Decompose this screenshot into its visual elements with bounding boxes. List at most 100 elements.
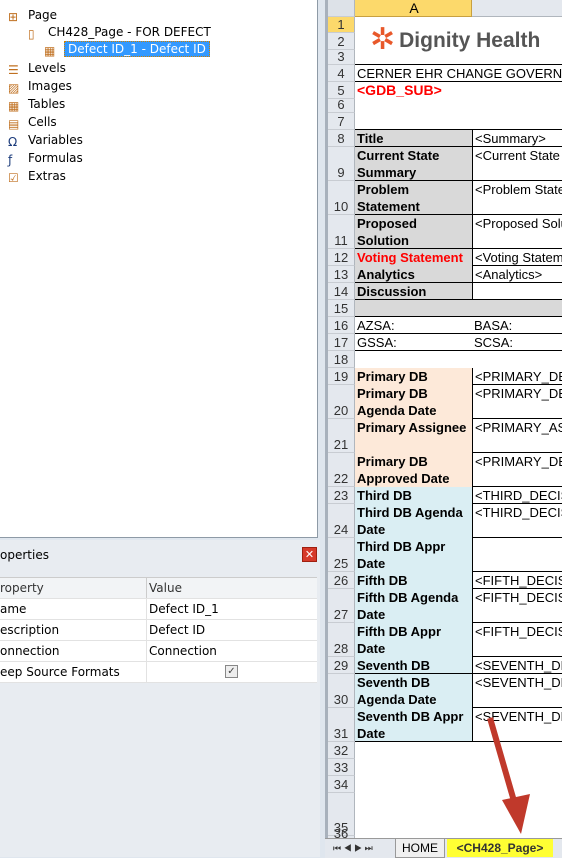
tree-item-label: Page	[28, 8, 58, 22]
select-all-corner[interactable]	[328, 0, 355, 17]
row-header[interactable]: 25	[328, 538, 355, 572]
row-header[interactable]: 22	[328, 453, 355, 487]
field-label: Seventh DB Appr Date	[355, 708, 472, 742]
row-header[interactable]: 6	[328, 97, 355, 113]
row-header[interactable]: 32	[328, 742, 355, 759]
row-header[interactable]: 2	[328, 33, 355, 50]
tree-item[interactable]: ƒ Formulas	[8, 150, 83, 167]
column-header-b[interactable]	[472, 0, 562, 17]
close-icon[interactable]: ✕	[302, 547, 317, 562]
page-plus-icon: ⊞	[8, 9, 19, 24]
row-header[interactable]: 9	[328, 147, 355, 181]
tree-item[interactable]: ▦ Tables	[8, 96, 65, 113]
row-header[interactable]: 20	[328, 385, 355, 419]
property-name: escription	[0, 623, 60, 637]
property-value[interactable]: Defect ID	[146, 620, 317, 640]
row-header[interactable]: 24	[328, 504, 355, 538]
row-header[interactable]: 14	[328, 283, 355, 300]
row-header[interactable]: 23	[328, 487, 355, 504]
row-header[interactable]: 26	[328, 572, 355, 589]
property-row[interactable]: onnection Connection	[0, 641, 317, 662]
field-value[interactable]	[472, 538, 562, 572]
row-header[interactable]: 8	[328, 130, 355, 147]
column-header-a[interactable]: A	[355, 0, 472, 17]
field-value[interactable]: <SEVENTH_DE	[472, 657, 562, 674]
row-header[interactable]: 13	[328, 266, 355, 283]
tree-item-label: Levels	[28, 61, 66, 75]
tree-item[interactable]: ☑ Extras	[8, 168, 66, 185]
field-value[interactable]: BASA:	[472, 317, 562, 334]
tree-item[interactable]: ▦ Defect ID_1 - Defect ID	[44, 41, 210, 58]
field-value[interactable]: <Problem Statement	[472, 181, 562, 215]
tree-item[interactable]: ⊞ Page	[8, 7, 57, 24]
tree-item[interactable]: ▤ Cells	[8, 114, 57, 131]
properties-title: operties	[0, 548, 49, 562]
tab-scroll-buttons[interactable]: ⏮ ◀ ▶ ⏭	[333, 839, 373, 857]
row-header[interactable]: 1	[328, 17, 355, 33]
row-header[interactable]: 29	[328, 657, 355, 674]
field-value[interactable]: <Voting Statement	[472, 249, 562, 266]
row-header[interactable]: 34	[328, 776, 355, 793]
field-value[interactable]: <Proposed Solution	[472, 215, 562, 249]
tree-item[interactable]: Ω Variables	[8, 132, 83, 149]
field-value[interactable]: SCSA:	[472, 334, 562, 351]
property-value[interactable]: Connection	[146, 641, 317, 661]
field-value[interactable]: <THIRD_DECIS	[472, 487, 562, 504]
tree-item-label: CH428_Page - FOR DEFECT	[48, 25, 211, 39]
sheet-tab[interactable]: HOME	[395, 839, 445, 858]
row-header[interactable]: 18	[328, 351, 355, 368]
field-value[interactable]: <PRIMARY_AS	[472, 419, 562, 453]
field-value[interactable]: <Current State	[472, 147, 562, 181]
property-row[interactable]: ame Defect ID_1	[0, 599, 317, 620]
field-value[interactable]: <PRIMARY_DB	[472, 385, 562, 419]
field-value[interactable]: <THIRD_DECIS	[472, 504, 562, 538]
row-header[interactable]: 11	[328, 215, 355, 249]
field-value[interactable]	[472, 283, 562, 300]
field-label: GSSA:	[357, 335, 397, 350]
field-label: <GDB_SUB>	[357, 82, 442, 98]
row-header[interactable]: 17	[328, 334, 355, 351]
row-header[interactable]: 33	[328, 759, 355, 776]
field-value[interactable]: <FIFTH_DECIS	[472, 572, 562, 589]
field-value[interactable]: <PRIMARY_DB	[472, 368, 562, 385]
field-value[interactable]: <SEVENTH_DE	[472, 708, 562, 742]
tree-item[interactable]: ☰ Levels	[8, 60, 66, 77]
omega-icon: Ω	[8, 134, 18, 149]
cell-border	[355, 350, 562, 351]
row-header[interactable]: 12	[328, 249, 355, 266]
tree-item-label: Variables	[28, 133, 83, 147]
field-value[interactable]: <SEVENTH_DE	[472, 674, 562, 708]
row-header[interactable]: 15	[328, 300, 355, 317]
field-label: Third DB Appr Date	[355, 538, 472, 572]
field-value[interactable]: <FIFTH_DECIS	[472, 589, 562, 623]
row-header[interactable]: 10	[328, 181, 355, 215]
property-row[interactable]: eep Source Formats ✓	[0, 662, 317, 683]
property-column-header: roperty	[0, 581, 44, 595]
tree-item-label: Tables	[28, 97, 66, 111]
row-header[interactable]: 4	[328, 65, 355, 82]
field-value[interactable]: <Summary>	[472, 130, 562, 147]
row-header[interactable]: 21	[328, 419, 355, 453]
property-value[interactable]: Defect ID_1	[146, 599, 317, 619]
field-label: Third DB	[355, 487, 472, 504]
tree-item[interactable]: ▨ Images	[8, 78, 72, 95]
property-row[interactable]: escription Defect ID	[0, 620, 317, 641]
row-header[interactable]: 27	[328, 589, 355, 623]
field-label: Title	[355, 130, 472, 147]
field-label: Primary DB Approved Date	[355, 453, 472, 487]
tree-item[interactable]: ▯ CH428_Page - FOR DEFECT	[28, 24, 211, 41]
field-value[interactable]: <Analytics>	[472, 266, 562, 283]
sheet-tab[interactable]: <CH428_Page>	[447, 839, 553, 857]
row-header[interactable]: 30	[328, 674, 355, 708]
row-header[interactable]: 28	[328, 623, 355, 657]
field-value[interactable]: <FIFTH_DECIS	[472, 623, 562, 657]
row-header[interactable]: 16	[328, 317, 355, 334]
row-header[interactable]: 3	[328, 49, 355, 65]
field-label: AZSA:	[357, 318, 395, 333]
field-value[interactable]: <PRIMARY_DB	[472, 453, 562, 487]
row-header[interactable]: 31	[328, 708, 355, 742]
keep-source-formats-checkbox[interactable]: ✓	[225, 665, 238, 678]
field-label: Fifth DB Agenda Date	[355, 589, 472, 623]
row-header[interactable]: 7	[328, 113, 355, 130]
row-header[interactable]: 19	[328, 368, 355, 385]
